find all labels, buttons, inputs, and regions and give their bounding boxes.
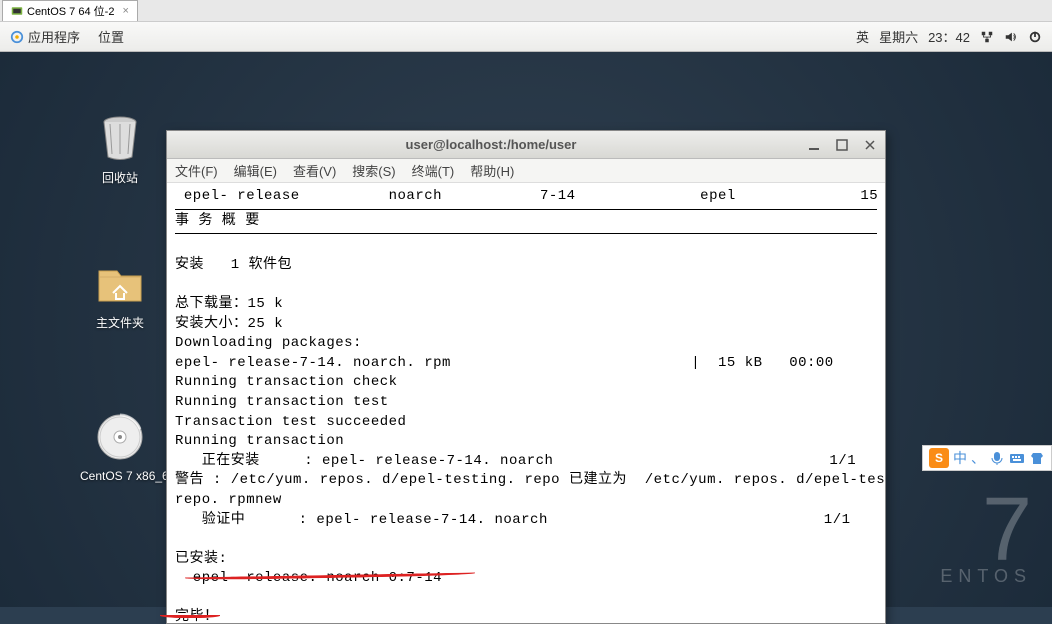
txn-check: Running transaction check xyxy=(175,374,398,390)
menu-edit[interactable]: 编辑(E) xyxy=(234,161,277,180)
separator xyxy=(175,209,877,210)
apps-icon xyxy=(10,30,24,44)
close-button[interactable] xyxy=(863,138,877,152)
gnome-top-bar: 应用程序 位置 英 星期六 23：42 xyxy=(0,22,1052,52)
vm-tab[interactable]: CentOS 7 64 位-2 × xyxy=(2,0,138,21)
downloading-label: Downloading packages: xyxy=(175,335,362,351)
menu-view[interactable]: 查看(V) xyxy=(293,161,336,180)
menu-file[interactable]: 文件(F) xyxy=(175,161,218,180)
vm-icon xyxy=(11,5,23,17)
weekday-label: 星期六 xyxy=(879,27,918,46)
terminal-titlebar[interactable]: user@localhost:/home/user xyxy=(167,131,885,159)
rpm-line: epel- release-7-14. noarch. rpm | 15 kB … xyxy=(175,355,834,371)
annotation-underline xyxy=(160,612,220,618)
terminal-body[interactable]: epel- release noarch 7-14 epel 15 k 事 务 … xyxy=(167,183,885,623)
iso-label: CentOS 7 x86_6… xyxy=(80,469,160,483)
terminal-window: user@localhost:/home/user 文件(F) 编辑(E) 查看… xyxy=(166,130,886,624)
ime-toolbar[interactable]: S 中 、 xyxy=(922,445,1052,471)
minimize-button[interactable] xyxy=(807,138,821,152)
time-label: 23：42 xyxy=(928,27,970,46)
vm-tab-bar: CentOS 7 64 位-2 × xyxy=(0,0,1052,22)
verifying-line: 验证中 : epel- release-7-14. noarch 1/1 xyxy=(175,512,851,528)
installing-line: 正在安装 : epel- release-7-14. noarch 1/1 xyxy=(175,453,856,469)
terminal-title: user@localhost:/home/user xyxy=(175,137,807,152)
ime-keyboard-icon[interactable] xyxy=(1009,450,1025,466)
folder-icon xyxy=(95,257,145,307)
home-folder-icon[interactable]: 主文件夹 xyxy=(80,257,160,331)
home-label: 主文件夹 xyxy=(80,314,160,331)
power-icon[interactable] xyxy=(1028,30,1042,44)
ime-cn-label[interactable]: 中 xyxy=(953,448,967,468)
install-count: 安装 1 软件包 xyxy=(175,257,292,273)
txn-test: Running transaction test xyxy=(175,394,389,410)
install-size: 安装大小：25 k xyxy=(175,316,283,332)
trash-icon[interactable]: 回收站 xyxy=(80,112,160,186)
ime-punct-icon[interactable]: 、 xyxy=(971,448,985,468)
pkg-row: epel- release noarch 7-14 epel 15 k xyxy=(175,188,885,204)
centos-7: 7 xyxy=(940,494,1032,566)
terminal-menubar: 文件(F) 编辑(E) 查看(V) 搜索(S) 终端(T) 帮助(H) xyxy=(167,159,885,183)
txn-ok: Transaction test succeeded xyxy=(175,414,406,430)
vm-tab-label: CentOS 7 64 位-2 xyxy=(27,3,114,19)
iso-disk-icon[interactable]: CentOS 7 x86_6… xyxy=(80,412,160,483)
close-icon[interactable]: × xyxy=(122,5,128,17)
trash-label: 回收站 xyxy=(80,169,160,186)
ime-mic-icon[interactable] xyxy=(989,450,1005,466)
disc-icon xyxy=(95,412,145,462)
menu-help[interactable]: 帮助(H) xyxy=(470,161,514,180)
menu-search[interactable]: 搜索(S) xyxy=(352,161,395,180)
desktop[interactable]: 回收站 主文件夹 CentOS 7 x86_6… 7 ENTOS user@lo… xyxy=(0,52,1052,607)
separator xyxy=(175,233,877,234)
places-label: 位置 xyxy=(98,27,124,46)
warning-line: 警告 : /etc/yum. repos. d/epel-testing. re… xyxy=(175,472,885,508)
summary-label: 事 务 概 要 xyxy=(175,213,260,229)
applications-menu[interactable]: 应用程序 xyxy=(10,27,80,46)
txn-run: Running transaction xyxy=(175,433,344,449)
input-method-indicator[interactable]: 英 xyxy=(856,27,869,46)
places-menu[interactable]: 位置 xyxy=(98,27,124,46)
installed-header: 已安装: xyxy=(175,551,227,567)
centos-text: ENTOS xyxy=(940,566,1032,587)
network-icon[interactable] xyxy=(980,30,994,44)
menu-terminal[interactable]: 终端(T) xyxy=(412,161,455,180)
download-total: 总下载量：15 k xyxy=(175,296,283,312)
sogou-icon[interactable]: S xyxy=(929,448,949,468)
apps-label: 应用程序 xyxy=(28,27,80,46)
centos-watermark: 7 ENTOS xyxy=(940,494,1032,587)
volume-icon[interactable] xyxy=(1004,30,1018,44)
trash-bin-icon xyxy=(95,112,145,162)
maximize-button[interactable] xyxy=(835,138,849,152)
ime-skin-icon[interactable] xyxy=(1029,450,1045,466)
